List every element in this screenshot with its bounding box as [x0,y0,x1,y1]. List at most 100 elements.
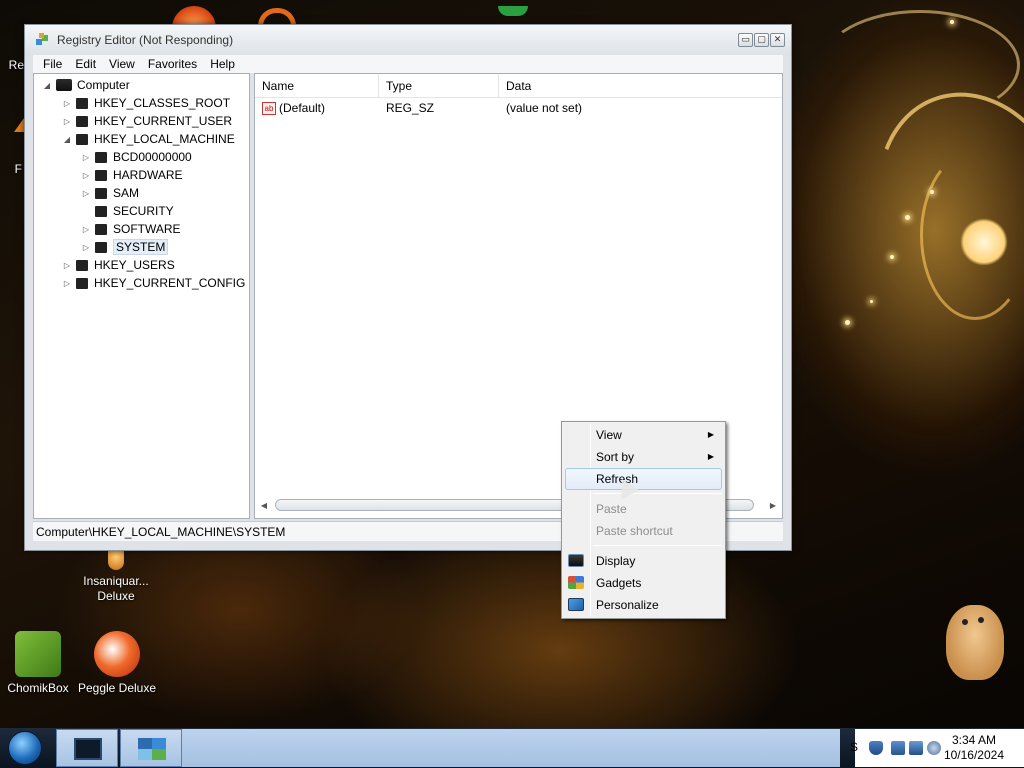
window-title: Registry Editor (Not Responding) [57,33,234,47]
tree-node-hkey-classes-root[interactable]: ▷ HKEY_CLASSES_ROOT [62,94,230,112]
tree-node-hkey-current-user[interactable]: ▷ HKEY_CURRENT_USER [62,112,232,130]
monitor-icon [74,738,102,760]
personalize-icon [568,598,584,611]
folder-icon [95,205,107,217]
registry-editor-icon [36,33,48,45]
desktop-icon-label: F [14,162,22,176]
start-button[interactable] [8,731,42,765]
menu-edit[interactable]: Edit [75,57,96,71]
peggle-icon [94,631,140,677]
menu-item-display[interactable]: Display [565,550,722,572]
menu-item-label: Personalize [596,598,659,612]
folder-icon [95,241,107,253]
table-row[interactable]: ab (Default) REG_SZ (value not set) [255,98,782,118]
tree-node-software[interactable]: ▷ SOFTWARE [81,220,181,238]
hamster-eye-icon [962,619,968,625]
expand-arrow-icon[interactable]: ▷ [81,189,91,198]
menu-item-label: Display [596,554,636,568]
tree-node-label: SYSTEM [113,239,169,255]
desktop-icon-label: ChomikBox [7,681,69,695]
expand-arrow-icon[interactable]: ▷ [81,171,91,180]
folder-icon [76,115,88,127]
network-icon[interactable] [891,741,905,755]
column-header-type[interactable]: Type [379,73,499,98]
tree-node-label: HARDWARE [113,168,183,182]
desktop-icon-partial[interactable] [498,6,528,16]
tree-node-computer[interactable]: ◢ Computer [42,76,130,94]
menu-bar: File Edit View Favorites Help [33,55,783,73]
menu-item-sort-by[interactable]: Sort by ▶ [565,446,722,468]
taskbar: S 3:34 AM 10/16/2024 [0,728,1024,768]
submenu-arrow-icon: ▶ [707,452,714,461]
collapse-arrow-icon[interactable]: ◢ [62,135,72,144]
tree-node-hkey-current-config[interactable]: ▷ HKEY_CURRENT_CONFIG [62,274,245,292]
title-bar[interactable]: Registry Editor (Not Responding) ▭ ▢ ✕ [25,25,791,55]
tree-node-system[interactable]: ▷ SYSTEM [81,238,169,256]
menu-item-view[interactable]: View ▶ [565,424,722,446]
menu-item-paste[interactable]: Paste [565,498,722,520]
monitor-tray-icon[interactable] [909,741,923,755]
taskbar-button-registry-editor[interactable] [120,729,182,767]
expand-arrow-icon[interactable]: ▷ [81,243,91,252]
scroll-right-icon[interactable]: ▶ [768,501,778,510]
expand-arrow-icon[interactable]: ▷ [62,261,72,270]
menu-file[interactable]: File [43,57,62,71]
tree-node-security[interactable]: SECURITY [81,202,174,220]
expand-arrow-icon[interactable]: ▷ [81,153,91,162]
menu-item-personalize[interactable]: Personalize [565,594,722,616]
expand-arrow-icon[interactable]: ▷ [62,117,72,126]
menu-item-gadgets[interactable]: Gadgets [565,572,722,594]
wallpaper-glow [960,218,1008,266]
menu-help[interactable]: Help [210,57,235,71]
tree-node-label: SAM [113,186,140,200]
minimize-button[interactable]: ▭ [738,33,753,47]
taskbar-button-display[interactable] [56,729,118,767]
list-header: Name Type Data [255,73,782,98]
desktop-icon-insaniquarium[interactable]: Insaniquar... Deluxe [71,544,161,604]
tree-node-sam[interactable]: ▷ SAM [81,184,139,202]
wallpaper-sparkle [930,190,934,194]
desktop-context-menu[interactable]: View ▶ Sort by ▶ Refresh Paste Paste sho… [561,421,726,619]
maximize-button[interactable]: ▢ [754,33,769,47]
tree-node-label: BCD00000000 [113,150,192,164]
menu-item-label: Gadgets [596,576,642,590]
folder-icon [76,97,88,109]
menu-item-paste-shortcut[interactable]: Paste shortcut [565,520,722,542]
desktop-icon-partial-label[interactable]: Re [0,58,24,72]
menu-separator [593,545,722,546]
menu-favorites[interactable]: Favorites [148,57,197,71]
value-type: REG_SZ [386,101,435,115]
value-data: (value not set) [506,101,583,115]
column-header-name[interactable]: Name [255,73,379,98]
gadgets-icon [568,576,584,589]
menu-item-label: Paste [596,502,627,516]
collapse-arrow-icon[interactable]: ◢ [42,81,52,90]
menu-view[interactable]: View [109,57,135,71]
desktop-icon-chomikbox[interactable]: ChomikBox [0,631,83,695]
computer-icon [56,79,72,91]
tree-node-label: HKEY_CURRENT_USER [94,114,233,128]
expand-arrow-icon[interactable]: ▷ [81,225,91,234]
menu-item-refresh[interactable]: Refresh [565,468,722,490]
display-icon [568,554,584,567]
tree-node-hardware[interactable]: ▷ HARDWARE [81,166,183,184]
desktop-icon-peggle[interactable]: Peggle Deluxe [72,631,162,695]
wallpaper-sparkle [890,255,894,259]
volume-icon[interactable] [927,741,941,755]
tree-node-bcd00000000[interactable]: ▷ BCD00000000 [81,148,192,166]
clock-time: 3:34 AM [951,733,996,747]
desktop-icon-partial[interactable] [14,118,24,132]
shield-icon[interactable] [869,741,883,755]
tree-node-hkey-local-machine[interactable]: ◢ HKEY_LOCAL_MACHINE [62,130,235,148]
expand-arrow-icon[interactable]: ▷ [62,99,72,108]
tree-node-hkey-users[interactable]: ▷ HKEY_USERS [62,256,175,274]
column-header-data[interactable]: Data [499,74,782,98]
hamster-gadget[interactable] [946,605,1004,680]
close-button[interactable]: ✕ [770,33,785,47]
desktop-icon-partial-label[interactable]: F [0,162,22,176]
expand-arrow-icon[interactable]: ▷ [62,279,72,288]
key-tree-pane[interactable]: ◢ Computer ▷ HKEY_CLASSES_ROOT ▷ HKEY_CU… [33,73,250,519]
folder-icon [76,277,88,289]
system-clock[interactable]: 3:34 AM 10/16/2024 [944,733,1004,763]
scroll-left-icon[interactable]: ◀ [259,501,269,510]
